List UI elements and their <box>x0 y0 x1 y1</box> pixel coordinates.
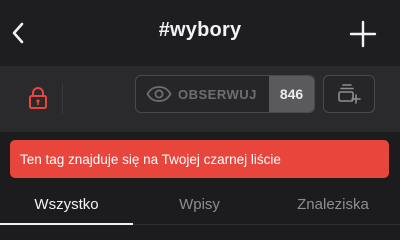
tab-all[interactable]: Wszystko <box>0 196 133 213</box>
add-button[interactable] <box>348 19 378 49</box>
blacklist-alert: Ten tag znajduje się na Twojej czarnej l… <box>10 140 389 178</box>
tag-screen: #wybory OBSERWUJ 846 Ten tag znajduje si… <box>0 0 400 230</box>
observers-count: 846 <box>269 76 314 112</box>
tab-findings[interactable]: Znaleziska <box>266 196 400 213</box>
toolbar-divider <box>62 84 63 114</box>
observe-main[interactable]: OBSERWUJ <box>136 76 269 112</box>
tag-toolbar: OBSERWUJ 846 <box>0 66 400 132</box>
alert-text: Ten tag znajduje się na Twojej czarnej l… <box>20 151 281 167</box>
add-to-list-button[interactable] <box>323 75 375 113</box>
stack-add-icon <box>338 84 361 104</box>
tab-entries[interactable]: Wpisy <box>133 196 266 213</box>
eye-icon <box>146 86 172 102</box>
tab-bar: Wszystko Wpisy Znaleziska <box>0 188 400 230</box>
page-title: #wybory <box>158 19 242 41</box>
observe-label: OBSERWUJ <box>178 86 257 102</box>
plus-icon <box>349 20 377 48</box>
blacklist-lock-button[interactable] <box>22 82 54 114</box>
lock-icon <box>29 87 47 109</box>
top-bar: #wybory <box>0 0 400 66</box>
active-tab-indicator <box>0 223 133 225</box>
observe-button[interactable]: OBSERWUJ 846 <box>135 75 315 113</box>
